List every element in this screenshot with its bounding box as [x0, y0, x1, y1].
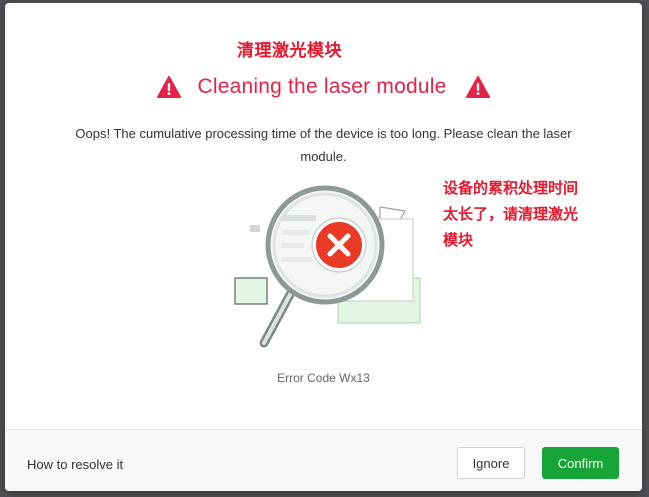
annotation-title-cn: 清理激光模块 [237, 41, 342, 60]
dialog-message: Oops! The cumulative processing time of … [75, 126, 572, 164]
warning-triangle-icon [466, 76, 491, 98]
dialog-title-row: Cleaning the laser module [5, 71, 642, 103]
how-to-resolve-link[interactable]: How to resolve it [27, 457, 123, 472]
magnifier-error-illustration [234, 185, 421, 348]
confirm-button[interactable]: Confirm [542, 447, 619, 479]
error-code: Error Code Wx13 [277, 371, 370, 385]
annotation-line: 模块 [443, 232, 474, 249]
close-circle-icon [311, 217, 367, 273]
annotation-line: 太长了，请清理激光 [443, 206, 579, 223]
ignore-button[interactable]: Ignore [457, 447, 525, 479]
laser-cleaning-dialog: 清理激光模块 Cleaning the laser module Oops! T… [5, 3, 642, 491]
warning-triangle-icon [156, 76, 181, 98]
dialog-footer: How to resolve it Ignore Confirm [5, 429, 642, 491]
annotation-line: 设备的累积处理时间 [443, 180, 579, 197]
dialog-title: Cleaning the laser module [197, 75, 447, 98]
annotation-side-cn: 设备的累积处理时间 太长了，请清理激光 模块 [443, 176, 603, 254]
